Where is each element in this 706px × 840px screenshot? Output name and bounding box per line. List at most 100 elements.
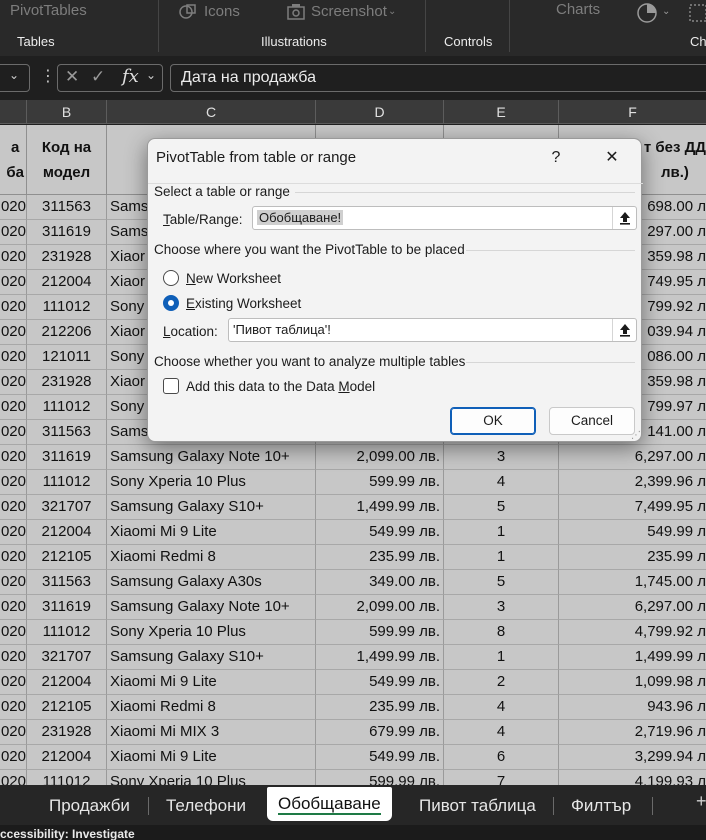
cell-b[interactable]: 231928 xyxy=(27,720,107,745)
column-header-f[interactable]: F xyxy=(559,100,706,124)
cell-a[interactable]: 020 xyxy=(0,670,27,695)
cell-b[interactable]: 111012 xyxy=(27,620,107,645)
cell-a[interactable]: 020 xyxy=(0,645,27,670)
name-box[interactable]: ⌄ xyxy=(0,64,30,92)
cell-b[interactable]: 231928 xyxy=(27,245,107,270)
cell-b[interactable]: 311619 xyxy=(27,595,107,620)
cell-a[interactable]: 020 xyxy=(0,295,27,320)
cell-d[interactable]: 349.00 лв. xyxy=(316,570,444,595)
cell-d[interactable]: 2,099.00 лв. xyxy=(316,445,444,470)
cell-d[interactable]: 549.99 лв. xyxy=(316,520,444,545)
chart-type-icon[interactable] xyxy=(688,3,706,28)
cell-c[interactable]: Sony Xperia 10 Plus xyxy=(107,620,316,645)
charts-button[interactable]: Charts xyxy=(556,1,600,18)
cell-c[interactable]: Sony Xperia 10 Plus xyxy=(107,470,316,495)
cell-f[interactable]: 2,399.96 л xyxy=(559,470,706,495)
cell-b[interactable]: 311619 xyxy=(27,220,107,245)
cell-c[interactable]: Xiaomi Redmi 8 xyxy=(107,695,316,720)
cell-c[interactable]: Xiaomi Mi 9 Lite xyxy=(107,745,316,770)
cell-e[interactable]: 1 xyxy=(444,520,559,545)
cell-a[interactable]: 020 xyxy=(0,545,27,570)
sheet-tab-filtar[interactable]: Филтър xyxy=(571,793,631,819)
cell-f[interactable]: 549.99 л xyxy=(559,520,706,545)
cell-c[interactable]: Samsung Galaxy S10+ xyxy=(107,495,316,520)
cell-d[interactable]: 2,099.00 лв. xyxy=(316,595,444,620)
pivottables-button[interactable]: PivotTables xyxy=(10,2,87,19)
cell-e[interactable]: 5 xyxy=(444,570,559,595)
cell-c[interactable]: Xiaomi Mi MIX 3 xyxy=(107,720,316,745)
cell-b[interactable]: 321707 xyxy=(27,495,107,520)
cell-b[interactable]: 321707 xyxy=(27,645,107,670)
cell-d[interactable]: 1,499.99 лв. xyxy=(316,495,444,520)
column-header-b[interactable]: B xyxy=(27,100,107,124)
header-cell-a[interactable]: а ба xyxy=(0,125,27,195)
cell-e[interactable]: 4 xyxy=(444,695,559,720)
header-cell-b[interactable]: Код на модел xyxy=(27,125,107,195)
cell-a[interactable]: 020 xyxy=(0,220,27,245)
cell-f[interactable]: 235.99 л xyxy=(559,545,706,570)
cell-f[interactable]: 6,297.00 л xyxy=(559,445,706,470)
cell-e[interactable]: 6 xyxy=(444,745,559,770)
pie-chart-icon[interactable] xyxy=(636,2,658,29)
close-button[interactable]: ✕ xyxy=(597,147,627,169)
cell-c[interactable]: Samsung Galaxy S10+ xyxy=(107,645,316,670)
cell-e[interactable]: 7 xyxy=(444,770,559,785)
screenshot-button[interactable]: Screenshot xyxy=(311,3,387,20)
cell-c[interactable]: Sony Xperia 10 Plus xyxy=(107,770,316,785)
cell-a[interactable]: 020 xyxy=(0,570,27,595)
cell-a[interactable]: 020 xyxy=(0,770,27,785)
cell-b[interactable]: 212105 xyxy=(27,545,107,570)
insert-function-icon[interactable]: fx xyxy=(122,66,139,87)
collapse-dialog-icon[interactable] xyxy=(612,207,636,229)
cell-d[interactable]: 549.99 лв. xyxy=(316,670,444,695)
cell-a[interactable]: 020 xyxy=(0,270,27,295)
cell-d[interactable]: 679.99 лв. xyxy=(316,720,444,745)
cell-b[interactable]: 111012 xyxy=(27,770,107,785)
cell-d[interactable]: 1,499.99 лв. xyxy=(316,645,444,670)
cell-c[interactable]: Samsung Galaxy Note 10+ xyxy=(107,445,316,470)
cell-c[interactable]: Samsung Galaxy A30s xyxy=(107,570,316,595)
cell-a[interactable]: 020 xyxy=(0,495,27,520)
column-header-e[interactable]: E xyxy=(444,100,559,124)
ok-button[interactable]: OK xyxy=(450,407,536,435)
cell-a[interactable]: 020 xyxy=(0,595,27,620)
resize-grip-icon[interactable]: ⋰ xyxy=(631,430,641,441)
cell-b[interactable]: 212004 xyxy=(27,520,107,545)
sheet-tab-telefoni[interactable]: Телефони xyxy=(166,793,246,819)
cell-a[interactable]: 020 xyxy=(0,445,27,470)
cell-f[interactable]: 1,499.99 л xyxy=(559,645,706,670)
cell-b[interactable]: 111012 xyxy=(27,295,107,320)
more-options-icon[interactable]: ⋮ xyxy=(40,66,56,86)
cell-e[interactable]: 1 xyxy=(444,545,559,570)
add-sheet-icon[interactable]: + xyxy=(696,791,706,812)
cell-a[interactable]: 020 xyxy=(0,320,27,345)
cell-f[interactable]: 3,299.94 л xyxy=(559,745,706,770)
cell-a[interactable]: 020 xyxy=(0,620,27,645)
cell-d[interactable]: 599.99 лв. xyxy=(316,620,444,645)
cell-f[interactable]: 943.96 л xyxy=(559,695,706,720)
cell-b[interactable]: 311563 xyxy=(27,420,107,445)
cell-d[interactable]: 235.99 лв. xyxy=(316,695,444,720)
cell-a[interactable]: 020 xyxy=(0,470,27,495)
cell-a[interactable]: 020 xyxy=(0,195,27,220)
table-range-input[interactable]: Обобщаване! xyxy=(252,206,637,230)
sheet-tab-pivot[interactable]: Пивот таблица xyxy=(419,793,536,819)
cell-c[interactable]: Xiaomi Mi 9 Lite xyxy=(107,520,316,545)
cell-a[interactable]: 020 xyxy=(0,520,27,545)
cancel-button[interactable]: Cancel xyxy=(549,407,635,435)
cell-e[interactable]: 4 xyxy=(444,470,559,495)
existing-worksheet-radio[interactable] xyxy=(163,295,179,311)
cancel-icon[interactable]: ✕ xyxy=(65,67,79,87)
cell-b[interactable]: 111012 xyxy=(27,395,107,420)
cell-a[interactable]: 020 xyxy=(0,370,27,395)
cell-e[interactable]: 8 xyxy=(444,620,559,645)
cell-d[interactable]: 549.99 лв. xyxy=(316,745,444,770)
cell-f[interactable]: 4,199.93 л xyxy=(559,770,706,785)
cell-b[interactable]: 212206 xyxy=(27,320,107,345)
cell-a[interactable]: 020 xyxy=(0,720,27,745)
cell-f[interactable]: 6,297.00 л xyxy=(559,595,706,620)
column-header-d[interactable]: D xyxy=(316,100,444,124)
cell-f[interactable]: 2,719.96 л xyxy=(559,720,706,745)
data-model-checkbox[interactable] xyxy=(163,378,179,394)
cell-c[interactable]: Samsung Galaxy Note 10+ xyxy=(107,595,316,620)
